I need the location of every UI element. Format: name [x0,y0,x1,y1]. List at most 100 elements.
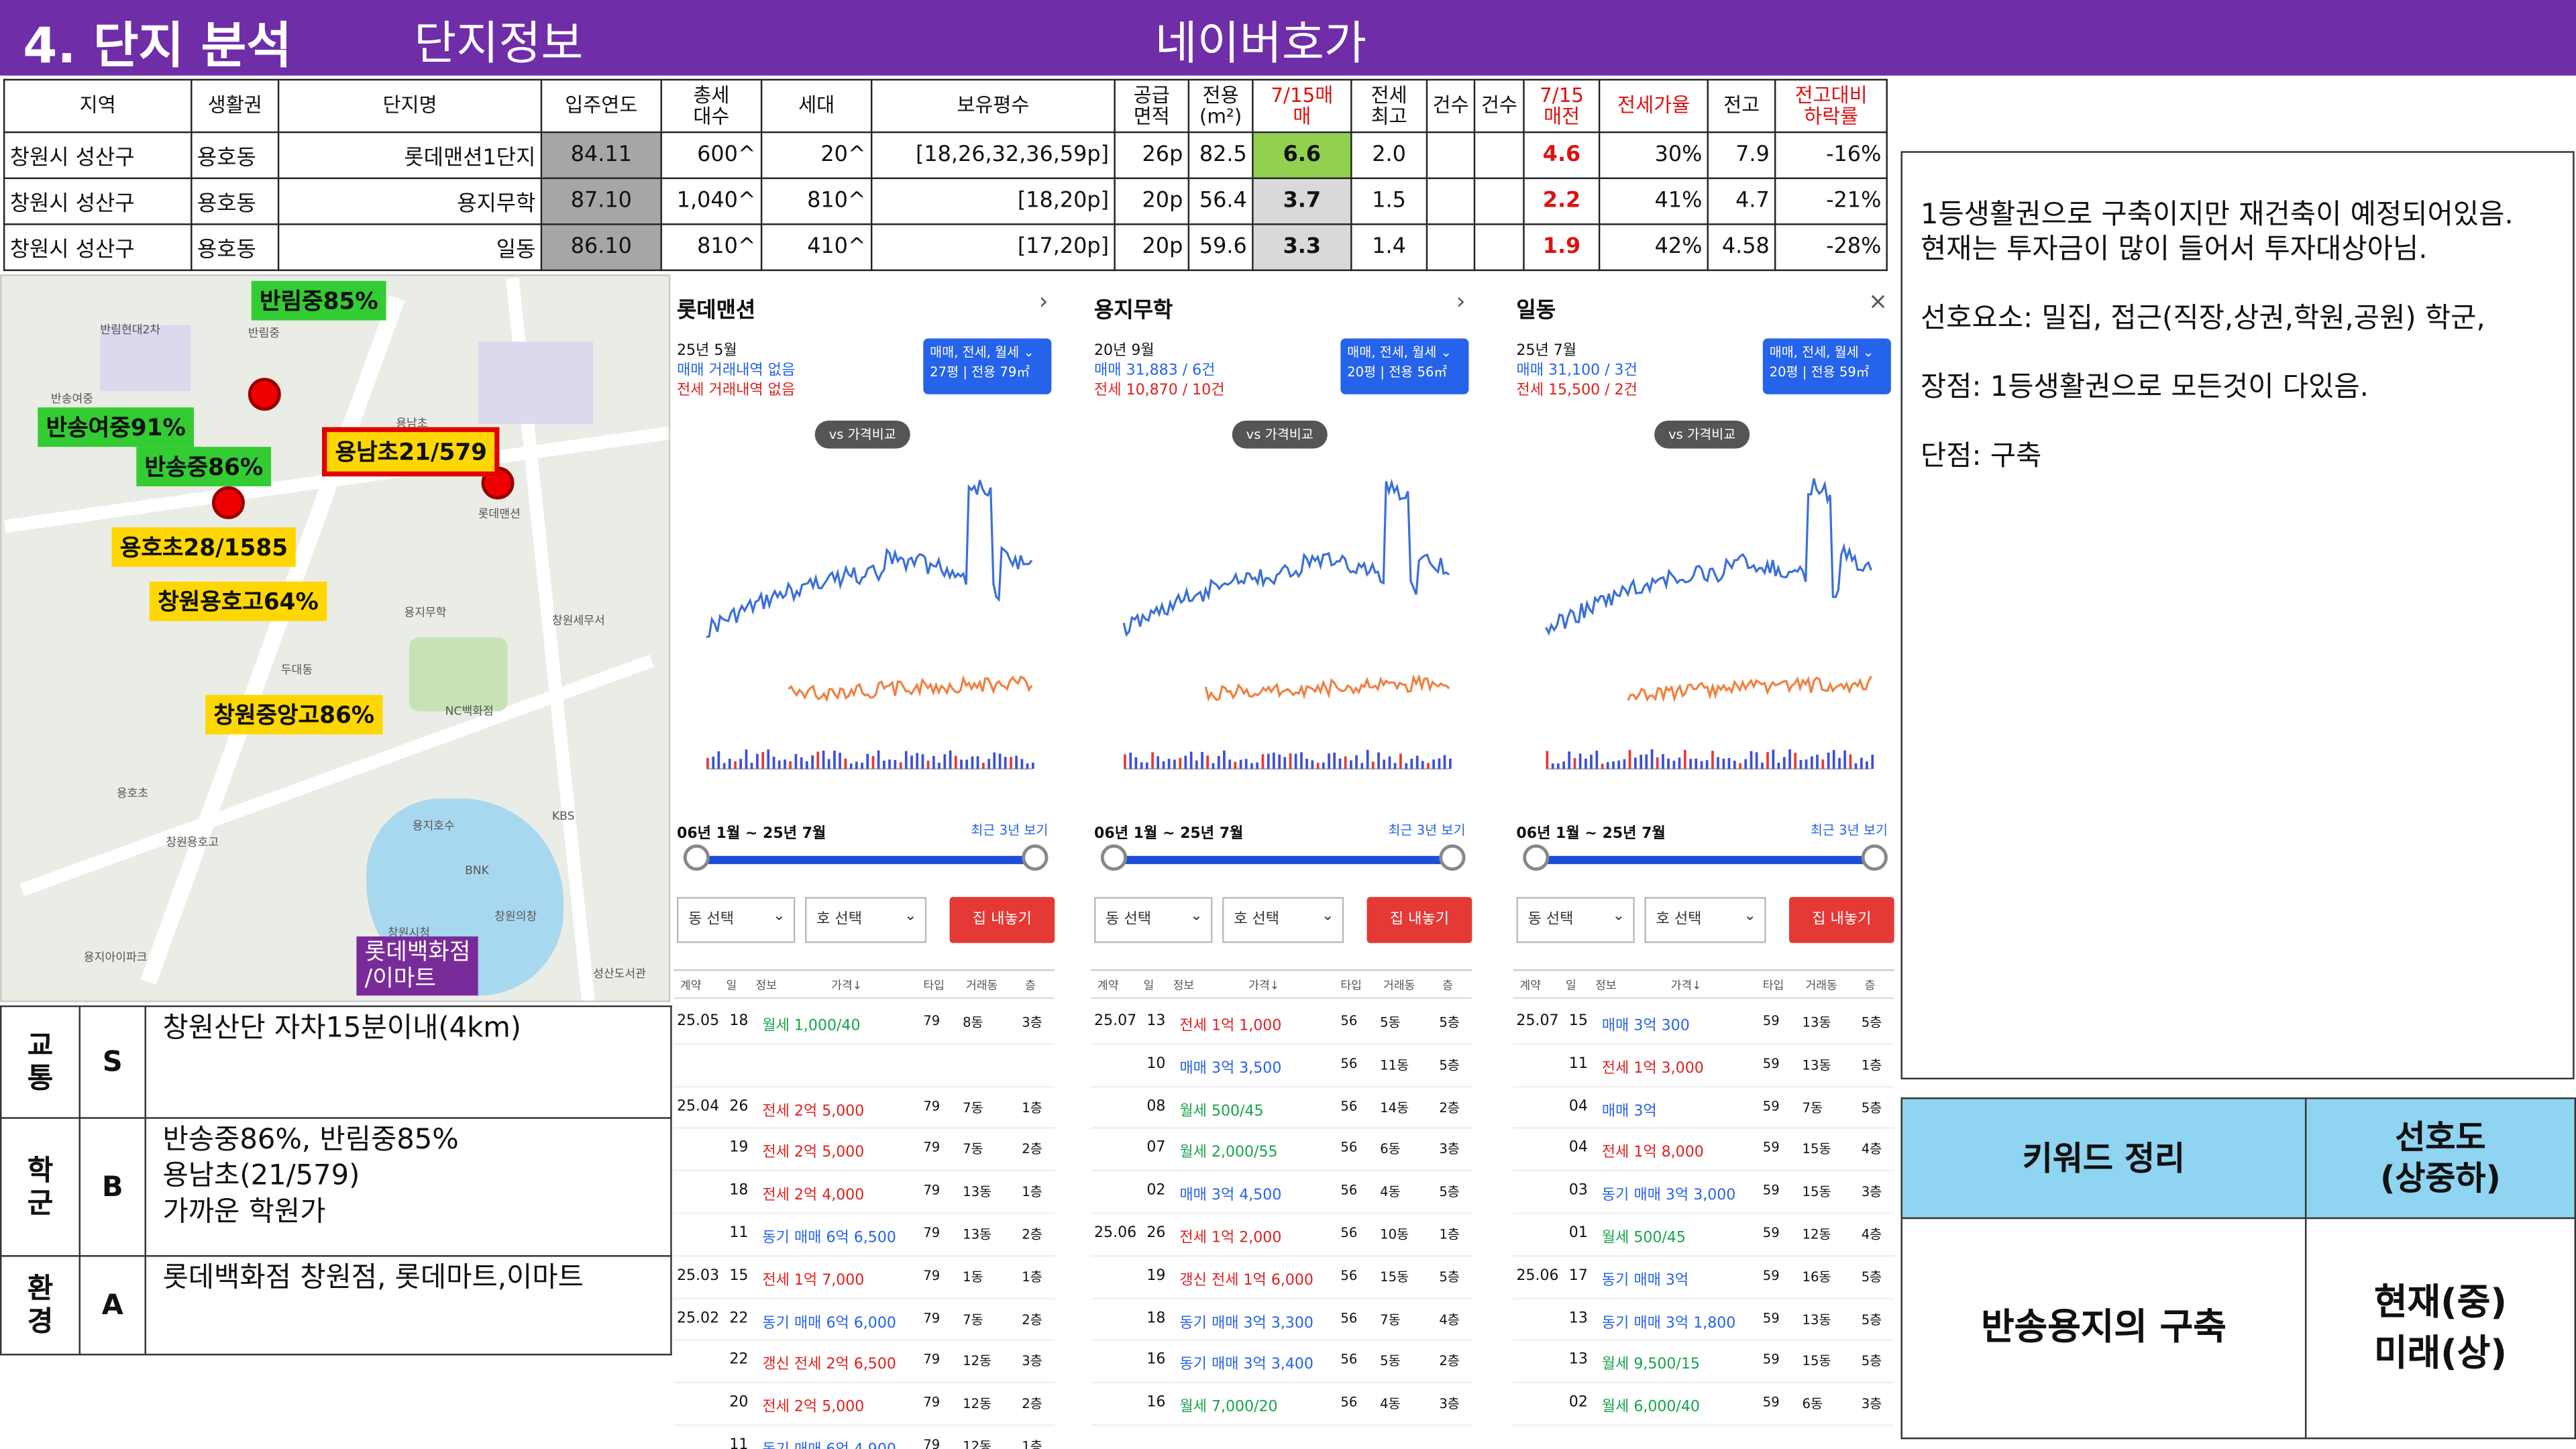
trade-row[interactable]: 13 동기 매매 3억 1,800 59 13동 5층 [1513,1299,1894,1342]
table-cell: 82.5 [1187,131,1254,179]
table-cell: -16% [1774,131,1888,179]
close-icon[interactable]: › [1039,289,1049,315]
trade-row[interactable]: 19 갱신 전세 1억 6,000 56 15동 5층 [1091,1256,1472,1299]
filter-chip[interactable]: 매매, 전세, 월세 ⌄ 20평 | 전용 56㎡ [1340,338,1469,394]
slider-handle-right[interactable] [1861,844,1888,871]
building-select[interactable]: 동 선택 [1094,896,1213,943]
trade-row[interactable]: 16 월세 7,000/20 56 4동 3층 [1091,1384,1472,1426]
trade-cell: 79 [923,1268,941,1283]
price-chart[interactable] [1091,440,1472,818]
trade-row[interactable]: 20 전세 2억 5,000 79 12동 2층 [674,1384,1055,1426]
table-cell: 26p [1114,131,1190,179]
trade-cell: 15동 [1802,1354,1831,1369]
table-cell: 41% [1599,177,1709,225]
trade-row[interactable]: 25.05 18 월세 1,000/40 79 8동 3층 [674,1002,1055,1045]
list-home-button[interactable]: 집 내놓기 [1366,897,1472,943]
volume-bar [993,752,996,769]
trade-row[interactable]: 04 전세 1억 8,000 59 15동 4층 [1513,1129,1894,1172]
trade-row[interactable]: 25.07 15 매매 3억 300 59 13동 5층 [1513,1002,1894,1045]
trade-row[interactable]: 25.07 13 전세 1억 1,000 56 5동 5층 [1091,1002,1472,1045]
trade-row[interactable]: 25.02 22 동기 매매 6억 6,000 79 7동 2층 [674,1299,1055,1342]
map-pin[interactable] [248,378,281,411]
period-slider[interactable] [690,855,1038,865]
slider-handle-left[interactable] [1523,844,1550,871]
price-chart[interactable] [674,440,1055,818]
panel-date: 20년 9월 [1094,343,1155,360]
building-select[interactable]: 동 선택 [1516,896,1635,943]
trade-row[interactable]: 02 월세 6,000/40 59 6동 3층 [1513,1384,1894,1426]
school-map[interactable]: 반림중반림현대2차반송여중반송중용남초롯데맨션용지무학창원시청용지호수창원중앙고… [0,274,671,1002]
period-slider[interactable] [1529,855,1878,865]
volume-bar [1744,759,1748,769]
school-tag: 창원용호고64% [149,581,327,621]
trade-cell: 25.05 [676,1014,720,1030]
price-chart[interactable] [1513,440,1894,818]
table-cell: -21% [1774,177,1888,225]
table-header-cell: 총세 대수 [660,78,763,133]
recent-3y-link[interactable]: 최근 3년 보기 [971,822,1048,840]
volume-bar [1695,758,1698,769]
trade-cell: 5층 [1861,1354,1882,1369]
table-header-cell: 보유평수 [870,78,1116,133]
close-icon[interactable]: × [1868,289,1888,315]
trade-row[interactable]: 04 매매 3억 59 7동 5층 [1513,1087,1894,1130]
trade-row[interactable] [674,1044,1055,1087]
volume-bar [1300,752,1303,769]
volume-bar [1338,758,1342,769]
list-home-button[interactable]: 집 내놓기 [949,897,1055,943]
trade-row[interactable]: 11 전세 1억 3,000 59 13동 1층 [1513,1044,1894,1087]
filter-chip-type: 매매, 전세, 월세 ⌄ [930,345,1034,360]
table-cell: 30% [1599,131,1709,179]
table-cell: 용지무학 [277,177,543,225]
note-line: 선호요소: 밀집, 접근(직장,상권,학원,공원) 학군, [1920,302,2485,335]
volume-bar [1134,757,1138,769]
trade-row[interactable]: 11 동기 매매 6억 6,500 79 13동 2층 [674,1214,1055,1256]
trade-row[interactable]: 25.04 26 전세 2억 5,000 79 7동 1층 [674,1087,1055,1130]
recent-3y-link[interactable]: 최근 3년 보기 [1388,822,1465,840]
trade-list-column: 일 [1565,979,1576,993]
trade-row[interactable]: 25.03 15 전세 1억 7,000 79 1동 1층 [674,1256,1055,1299]
period-slider[interactable] [1107,855,1456,865]
trade-row[interactable]: 02 매매 3억 4,500 56 4동 5층 [1091,1172,1472,1214]
trade-row[interactable]: 18 동기 매매 3억 3,300 56 7동 4층 [1091,1299,1472,1342]
table-header-cell: 생활권 [191,78,280,133]
filter-chip[interactable]: 매매, 전세, 월세 ⌄ 27평 | 전용 79㎡ [923,338,1052,394]
table-cell: 용호동 [191,131,280,179]
slider-handle-left[interactable] [683,844,710,871]
trade-row[interactable]: 01 월세 500/45 59 12동 4층 [1513,1214,1894,1256]
unit-select[interactable]: 호 선택 [1222,896,1344,943]
trade-row[interactable]: 10 매매 3억 3,500 56 11동 5층 [1091,1044,1472,1087]
unit-select[interactable]: 호 선택 [805,896,927,943]
volume-bar [1383,759,1385,769]
volume-bar [734,761,737,769]
list-home-button[interactable]: 집 내놓기 [1788,897,1894,943]
slider-handle-right[interactable] [1439,844,1466,871]
close-icon[interactable]: › [1456,289,1466,315]
trade-row[interactable]: 03 동기 매매 3억 3,000 59 15동 3층 [1513,1172,1894,1214]
map-pin[interactable] [211,486,245,519]
trade-row[interactable]: 18 전세 2억 4,000 79 13동 1층 [674,1172,1055,1214]
trade-row[interactable]: 25.06 17 동기 매매 3억 59 16동 5층 [1513,1256,1894,1299]
trade-row[interactable]: 19 전세 2억 5,000 79 7동 2층 [674,1129,1055,1172]
trade-row[interactable]: 16 동기 매매 3억 3,400 56 5동 2층 [1091,1341,1472,1384]
recent-3y-link[interactable]: 최근 3년 보기 [1811,822,1888,840]
building-select[interactable]: 동 선택 [676,896,796,943]
trade-row[interactable]: 11 동기 매매 6억 4,900 79 12동 1층 [674,1426,1055,1449]
volume-bar [1832,749,1835,769]
slider-handle-right[interactable] [1022,844,1049,871]
note-line: 1등생활권으로 구축이지만 재건축이 예정되어있음. [1920,199,2514,232]
trade-list-column: 계약 [1519,979,1541,993]
trade-row[interactable]: 08 월세 500/45 56 14동 2층 [1091,1087,1472,1130]
slider-handle-left[interactable] [1100,844,1128,871]
volume-bar [1849,754,1852,769]
unit-select[interactable]: 호 선택 [1644,896,1766,943]
trade-row[interactable]: 13 월세 9,500/15 59 15동 5층 [1513,1341,1894,1384]
trade-row[interactable]: 25.06 26 전세 1억 2,000 56 10동 1층 [1091,1214,1472,1256]
preference-value: 현재(중) 미래(상) [2304,1217,2576,1440]
volume-bar [1805,759,1808,769]
note-line [1921,337,2557,371]
trade-row[interactable]: 07 월세 2,000/55 56 6동 3층 [1091,1129,1472,1172]
trade-cell: 18 [729,1014,749,1030]
trade-row[interactable]: 22 갱신 전세 2억 6,500 79 12동 3층 [674,1341,1055,1384]
filter-chip[interactable]: 매매, 전세, 월세 ⌄ 20평 | 전용 59㎡ [1762,338,1891,394]
